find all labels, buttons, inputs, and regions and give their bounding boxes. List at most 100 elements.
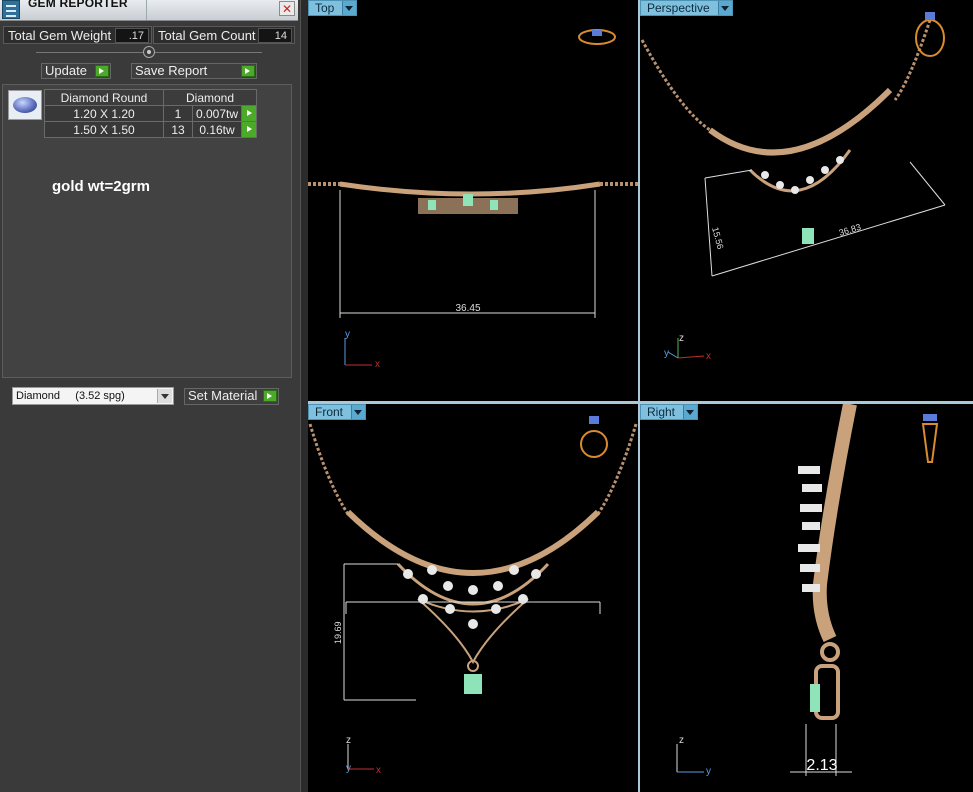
table-cell-count: 1	[163, 105, 193, 122]
gem-cluster	[761, 156, 844, 244]
necklace-band	[708, 87, 893, 156]
gold-weight-note: gold wt=2grm	[52, 178, 150, 195]
table-cell-count: 13	[163, 121, 193, 138]
chain	[308, 423, 350, 515]
chain	[893, 19, 932, 101]
dimension-label: 19.69	[333, 621, 343, 644]
axis-label: x	[376, 765, 381, 776]
axis-label: x	[706, 351, 711, 362]
dimension-label: 15.56	[710, 226, 725, 250]
close-button[interactable]: ✕	[279, 1, 295, 16]
title-bar: GEM REPORTER ✕	[0, 0, 298, 21]
right-view-canvas: 2.13 z y	[676, 404, 939, 777]
save-report-label: Save Report	[135, 63, 208, 78]
total-gem-count-text: Total Gem Count	[158, 28, 256, 43]
front-view-canvas: 19.69 z y x	[308, 416, 638, 776]
chevron-down-icon	[157, 389, 172, 403]
axis-label: x	[375, 359, 380, 370]
gem-mark	[463, 194, 473, 206]
table-header: Diamond Round	[44, 89, 164, 106]
pendant-drop	[417, 598, 529, 665]
dimension-label: 36.83	[838, 222, 862, 238]
table-cell-weight: 0.007tw	[191, 105, 243, 122]
gem-mark	[490, 200, 498, 210]
gem-table: Diamond Round Diamond 1.20 X 1.20 1 0.00…	[44, 89, 258, 138]
viewport-label: Perspective	[647, 1, 710, 15]
dimension-line	[711, 204, 946, 277]
axis-label: y	[664, 348, 669, 359]
play-icon	[241, 65, 255, 77]
viewport-label: Right	[647, 405, 676, 419]
set-material-label: Set Material	[188, 388, 258, 403]
dimension-line	[704, 177, 713, 277]
necklace-side-profile	[812, 404, 857, 643]
total-gem-count-value: 14	[258, 28, 292, 43]
axis-indicator: z y	[676, 735, 711, 777]
viewport-right[interactable]: 2.13 z y Right	[640, 404, 973, 792]
splitter-handle[interactable]	[143, 46, 155, 58]
app-icon	[2, 0, 20, 19]
panel-splitter[interactable]	[300, 0, 308, 792]
table-cell-weight: 0.16tw	[191, 121, 243, 138]
play-icon	[263, 390, 277, 402]
viewport-tab-front[interactable]: Front	[308, 404, 367, 420]
set-material-button[interactable]: Set Material	[184, 388, 279, 405]
axis-label: y	[346, 763, 351, 774]
table-cell-size: 1.20 X 1.20	[44, 105, 164, 122]
total-gem-weight-text: Total Gem Weight	[8, 28, 112, 43]
gem-mark	[810, 684, 820, 712]
table-row[interactable]: 1.50 X 1.50 13 0.16tw	[44, 121, 258, 138]
chevron-down-icon	[717, 1, 732, 15]
chevron-down-icon	[351, 405, 366, 419]
bail-ring	[820, 642, 840, 662]
axis-label: y	[706, 766, 711, 777]
inner-arc	[748, 149, 852, 193]
viewport-label: Top	[315, 1, 335, 15]
play-icon	[95, 65, 109, 77]
dimension-line	[909, 161, 946, 206]
axis-label: y	[345, 329, 350, 340]
dimension-label: 36.45	[455, 303, 480, 314]
viewport-top[interactable]: 36.45 y x Top	[308, 0, 638, 401]
ring-preview-icon	[915, 12, 945, 57]
axis-indicator: y x	[344, 329, 380, 370]
row-go-button[interactable]	[241, 105, 258, 122]
ring-preview-icon	[578, 29, 616, 45]
viewport-tab-right[interactable]: Right	[640, 404, 699, 420]
axis-label: z	[346, 735, 351, 746]
gem-reporter-panel: GEM REPORTER ✕ Total Gem Weight .17 Tota…	[0, 0, 300, 792]
axis-indicator: z y x	[664, 333, 711, 362]
title-separator	[146, 0, 147, 20]
chevron-down-icon	[342, 1, 357, 15]
necklace-band	[339, 181, 601, 197]
perspective-view-canvas: 15.56 36.83 z y x	[640, 12, 946, 362]
axis-indicator: z y x	[346, 735, 381, 776]
chain	[640, 39, 711, 132]
material-select[interactable]: Diamond (3.52 spg)	[12, 387, 174, 405]
viewport-front[interactable]: 19.69 z y x Front	[308, 404, 638, 792]
row-go-button[interactable]	[241, 121, 258, 138]
dimension-line	[704, 169, 753, 179]
table-cell-size: 1.50 X 1.50	[44, 121, 164, 138]
save-report-button[interactable]: Save Report	[131, 63, 257, 79]
viewport-perspective[interactable]: 15.56 36.83 z y x Perspective	[640, 0, 973, 401]
update-label: Update	[45, 63, 87, 78]
table-row[interactable]: 1.20 X 1.20 1 0.007tw	[44, 105, 258, 122]
viewport-label: Front	[315, 405, 344, 419]
table-header: Diamond	[162, 89, 258, 106]
ring-preview-icon	[921, 414, 939, 463]
axis-label: z	[679, 735, 684, 746]
round-diamond-icon	[8, 90, 42, 120]
total-gem-weight-value: .17	[115, 28, 149, 43]
top-view-canvas: 36.45 y x	[308, 29, 638, 370]
window-title: GEM REPORTER	[28, 0, 128, 10]
ring-preview-icon	[580, 416, 608, 458]
viewport-tab-top[interactable]: Top	[308, 0, 358, 16]
chevron-down-icon	[683, 405, 698, 419]
dimension-label: 2.13	[806, 757, 837, 774]
viewport-tab-perspective[interactable]: Perspective	[640, 0, 733, 16]
chain	[596, 423, 638, 515]
gem-cluster	[403, 565, 541, 694]
update-button[interactable]: Update	[41, 63, 111, 79]
gem-mark	[428, 200, 436, 210]
